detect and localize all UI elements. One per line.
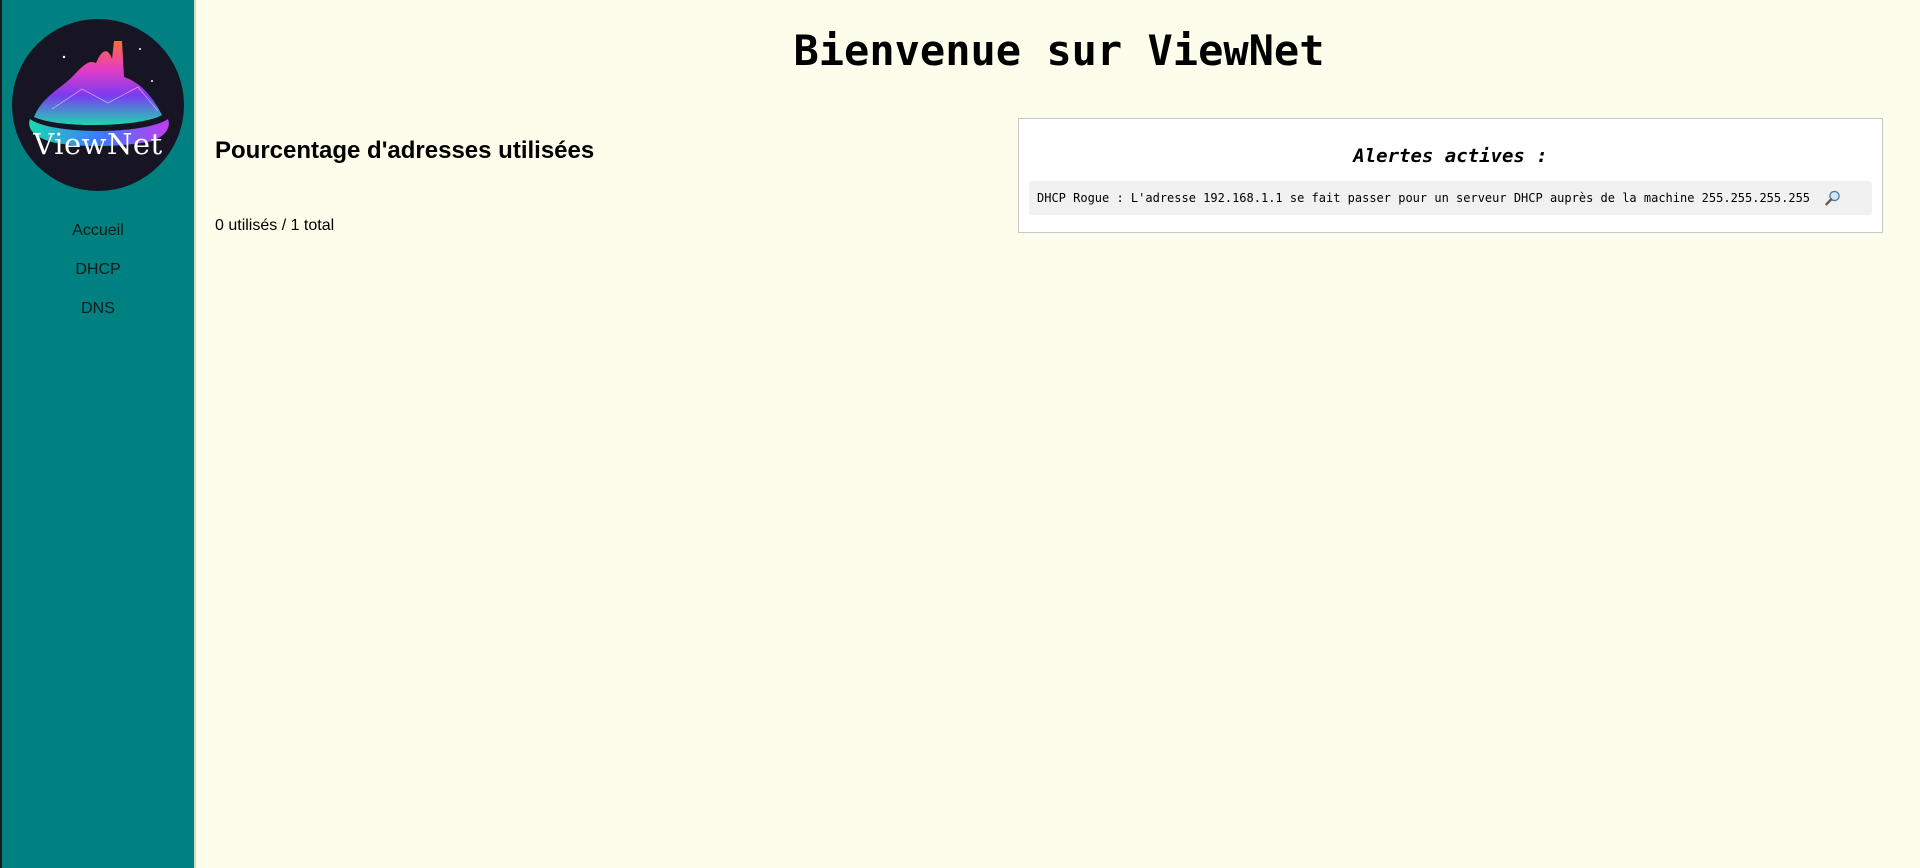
alert-text: DHCP Rogue : L'adresse 192.168.1.1 se fa… <box>1037 191 1811 205</box>
sidebar-nav: Accueil DHCP DNS <box>2 220 194 337</box>
app-window: ViewNet Accueil DHCP DNS Bienvenue sur V… <box>0 0 1920 868</box>
address-usage-title: Pourcentage d'adresses utilisées <box>215 137 595 164</box>
sidebar: ViewNet Accueil DHCP DNS <box>2 0 196 868</box>
magnifier-icon[interactable] <box>1824 189 1842 207</box>
nav-item-dhcp[interactable]: DHCP <box>2 259 194 298</box>
nav-item-accueil[interactable]: Accueil <box>2 220 194 259</box>
main-content: Bienvenue sur ViewNet Pourcentage d'adre… <box>196 0 1920 868</box>
page-title: Bienvenue sur ViewNet <box>793 26 1325 75</box>
nav-item-dns[interactable]: DNS <box>2 298 194 337</box>
logo-wordmark: ViewNet <box>33 127 163 161</box>
alert-item: DHCP Rogue : L'adresse 192.168.1.1 se fa… <box>1029 181 1872 215</box>
viewnet-logo[interactable]: ViewNet <box>12 19 184 191</box>
active-alerts-panel: Alertes actives : DHCP Rogue : L'adresse… <box>1018 118 1883 233</box>
alerts-title: Alertes actives : <box>1353 145 1548 167</box>
address-usage-count: 0 utilisés / 1 total <box>215 217 335 234</box>
logo-artwork <box>29 41 169 146</box>
